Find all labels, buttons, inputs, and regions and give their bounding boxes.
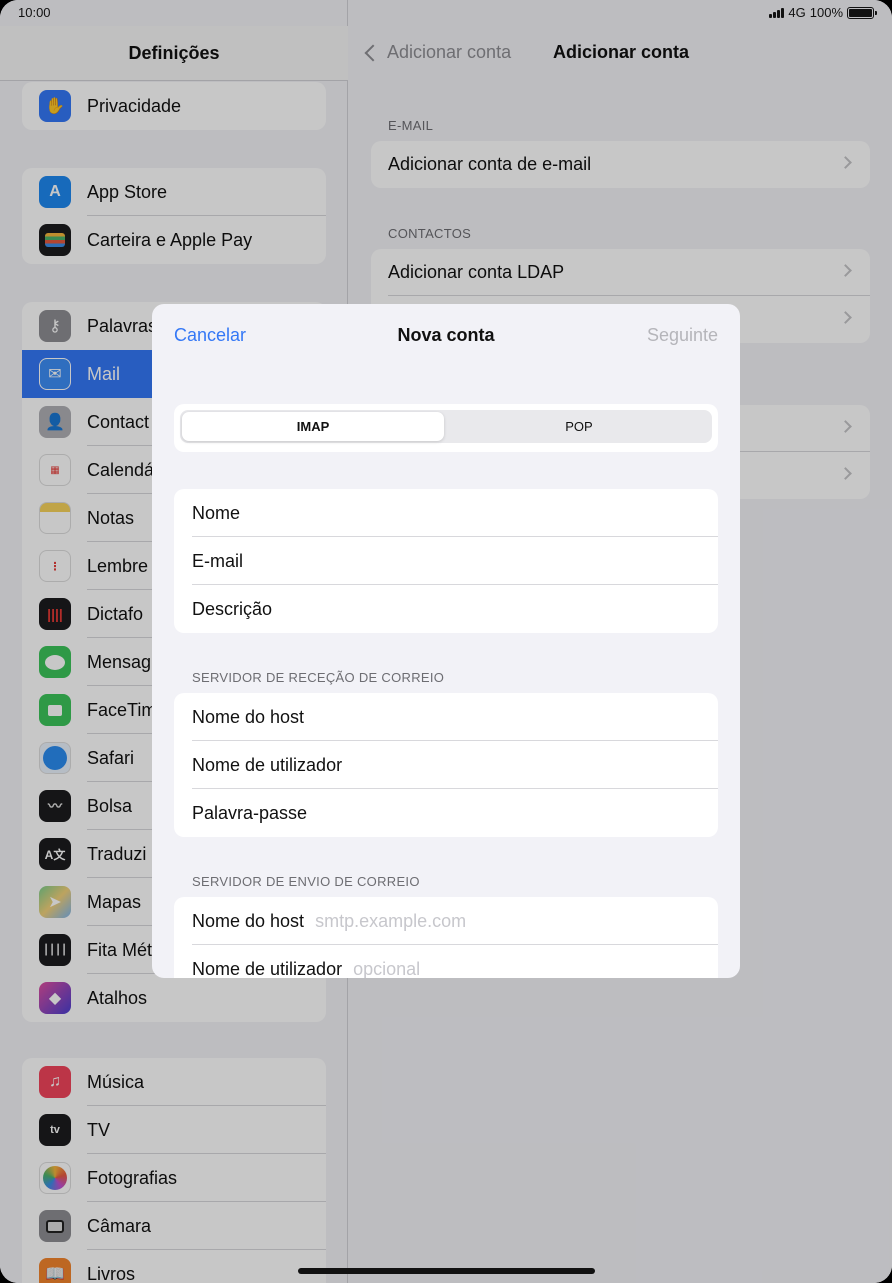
incoming-server-group: Nome do host Nome de utilizador Palavra-… bbox=[174, 693, 718, 837]
status-time: 10:00 bbox=[18, 5, 51, 20]
email-field[interactable]: E-mail bbox=[174, 537, 718, 585]
segment-pop[interactable]: POP bbox=[448, 412, 710, 441]
hostname-placeholder: smtp.example.com bbox=[315, 910, 467, 931]
network-type: 4G bbox=[788, 5, 806, 20]
outgoing-username-field[interactable]: Nome de utilizador opcional bbox=[174, 945, 718, 979]
field-label: Nome bbox=[192, 502, 241, 523]
section-header-incoming: SERVIDOR DE RECEÇÃO DE CORREIO bbox=[192, 670, 445, 685]
status-indicators: 4G 100% bbox=[769, 5, 877, 20]
field-label: E-mail bbox=[192, 550, 244, 571]
description-field[interactable]: Descrição bbox=[174, 585, 718, 633]
field-label: Descrição bbox=[192, 598, 273, 619]
incoming-hostname-field[interactable]: Nome do host bbox=[174, 693, 718, 741]
field-label: Nome do host bbox=[192, 706, 305, 727]
status-bar: 10:00 4G 100% bbox=[0, 0, 892, 26]
home-indicator[interactable] bbox=[298, 1268, 595, 1274]
username-placeholder: opcional bbox=[353, 958, 421, 979]
next-button[interactable]: Seguinte bbox=[647, 325, 718, 346]
field-label: Nome de utilizador bbox=[192, 754, 343, 775]
signal-icon bbox=[769, 7, 785, 18]
field-label-text: Nome do host bbox=[192, 910, 305, 931]
protocol-segmented-control: IMAP POP bbox=[180, 410, 712, 443]
account-fields-group: Nome E-mail Descrição bbox=[174, 489, 718, 633]
name-field[interactable]: Nome bbox=[174, 489, 718, 537]
battery-percent: 100% bbox=[809, 5, 843, 20]
field-label: Nome de utilizador opcional bbox=[192, 959, 420, 979]
segment-imap[interactable]: IMAP bbox=[182, 412, 444, 441]
incoming-password-field[interactable]: Palavra-passe bbox=[174, 789, 718, 837]
section-header-outgoing: SERVIDOR DE ENVIO DE CORREIO bbox=[192, 874, 420, 889]
outgoing-hostname-field[interactable]: Nome do host smtp.example.com bbox=[174, 897, 718, 945]
field-label-text: Nome de utilizador bbox=[192, 958, 343, 979]
field-label: Nome do host smtp.example.com bbox=[192, 911, 466, 932]
field-label: Palavra-passe bbox=[192, 802, 308, 823]
battery-icon bbox=[847, 6, 877, 19]
sheet-nav-bar: Cancelar Nova conta Seguinte bbox=[152, 304, 740, 366]
incoming-username-field[interactable]: Nome de utilizador bbox=[174, 741, 718, 789]
outgoing-server-group: Nome do host smtp.example.com Nome de ut… bbox=[174, 897, 718, 978]
protocol-segment-container: IMAP POP bbox=[174, 404, 718, 452]
new-account-sheet: Cancelar Nova conta Seguinte IMAP POP No… bbox=[152, 304, 740, 978]
ipad-screen: Definições ✋ Privacidade A App Store Car… bbox=[0, 0, 892, 1283]
